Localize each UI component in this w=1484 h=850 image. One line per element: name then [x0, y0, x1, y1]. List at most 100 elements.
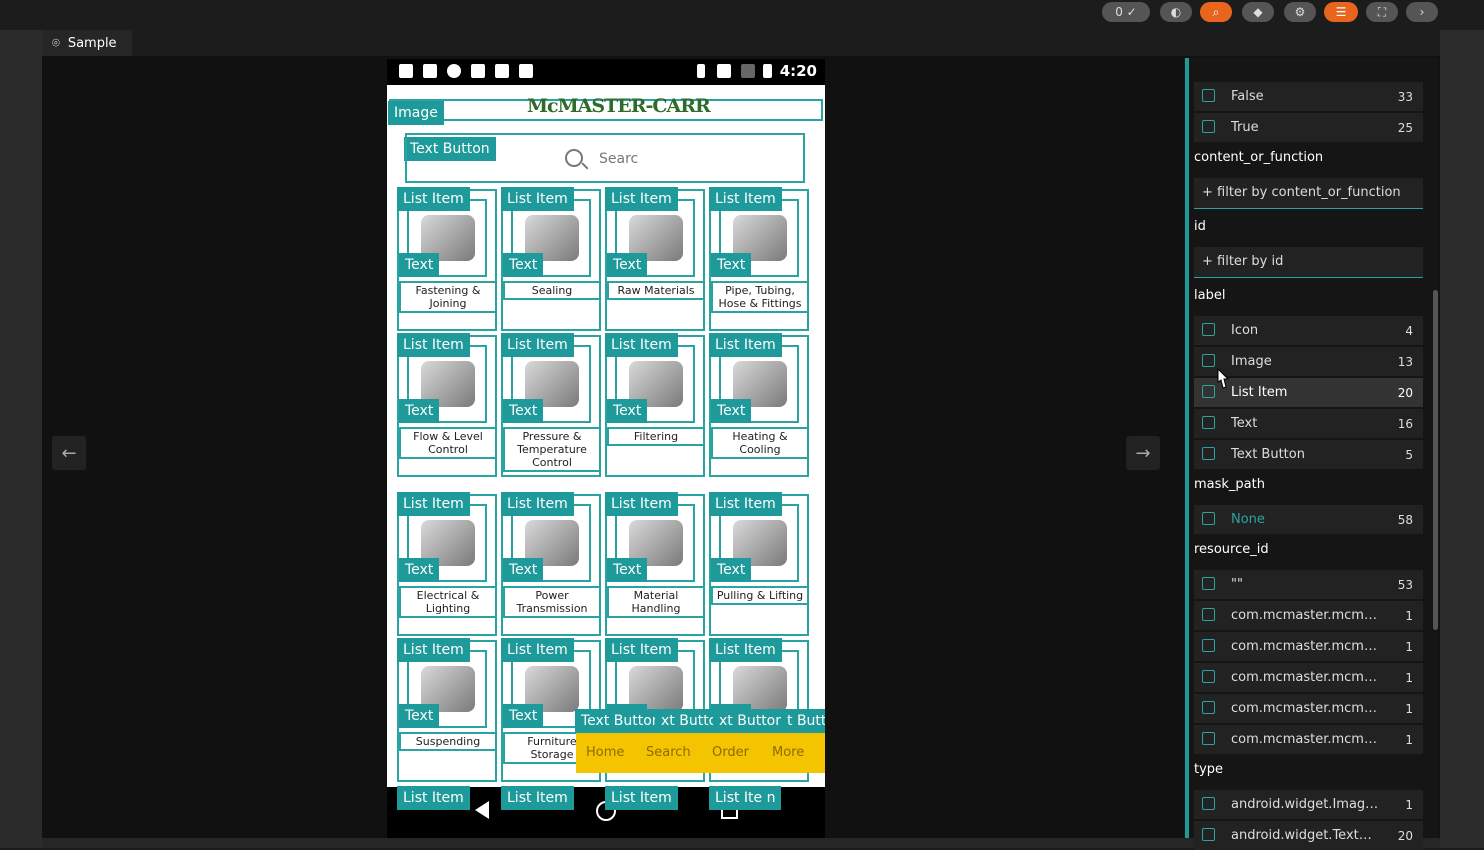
checkbox[interactable] — [1202, 828, 1215, 841]
filter-option-row[interactable]: android.widget.TextView 20 — [1194, 821, 1423, 850]
wifi-icon — [717, 64, 731, 78]
filter-option-row[interactable]: Text Button 5 — [1194, 440, 1423, 469]
filter-option-row[interactable]: com.mcmaster.mcmaster_c... 1 — [1194, 663, 1423, 692]
nav-search[interactable]: Search — [646, 745, 691, 760]
section-title: content_or_function — [1194, 150, 1324, 165]
filter-option-row[interactable]: False 33 — [1194, 82, 1423, 111]
counter-badge[interactable]: 0 ✓ — [1102, 2, 1150, 22]
filter-option-row[interactable]: com.mcmaster.mcmaster_c... 1 — [1194, 725, 1423, 754]
gear-icon[interactable]: ⚙ — [1284, 2, 1316, 22]
checkbox[interactable] — [1202, 639, 1215, 652]
option-count: 33 — [1397, 90, 1413, 104]
option-label: Image — [1231, 354, 1272, 369]
checkbox[interactable] — [1202, 447, 1215, 460]
section-title: mask_path — [1194, 477, 1265, 492]
category-caption: Raw Materials — [607, 281, 705, 300]
filter-option-row[interactable]: android.widget.ImageView 1 — [1194, 790, 1423, 819]
search-icon[interactable]: ⌕ — [1200, 2, 1232, 22]
back-icon[interactable] — [475, 801, 489, 819]
bluetooth-icon — [697, 64, 705, 78]
filter-input[interactable]: + filter by content_or_function — [1194, 178, 1423, 209]
option-label: com.mcmaster.mcmaster_c... — [1231, 608, 1379, 623]
category-caption: Material Handling — [607, 586, 705, 618]
checkbox[interactable] — [1202, 701, 1215, 714]
annotation-tag: Text — [711, 399, 752, 423]
tab-label: Sample — [67, 35, 117, 51]
checkbox[interactable] — [1202, 120, 1215, 133]
annotation-tag: List Item — [709, 492, 782, 516]
checkbox[interactable] — [1202, 416, 1215, 429]
tools-icon — [471, 64, 485, 78]
annotation-tag: Text — [711, 558, 752, 582]
option-label: Text Button — [1231, 447, 1305, 462]
filter-option-row[interactable]: "" 53 — [1194, 570, 1423, 599]
tag-icon[interactable]: ◆ — [1242, 2, 1274, 22]
chevron-right-icon[interactable]: › — [1406, 2, 1438, 22]
annotation-tag: List Item — [397, 187, 470, 211]
sidebar-accent — [1185, 58, 1189, 838]
annotation-tag: t Button — [781, 709, 825, 733]
tab-sample[interactable]: ⌾ Sample — [42, 30, 132, 56]
sidebar-scrollbar[interactable] — [1433, 290, 1438, 630]
next-arrow-icon[interactable]: → — [1126, 436, 1160, 470]
option-count: 1 — [1405, 702, 1413, 716]
checkbox[interactable] — [1202, 577, 1215, 590]
option-count: 5 — [1405, 448, 1413, 462]
category-caption: Suspending — [399, 732, 497, 751]
annotation-tag: Text — [503, 253, 544, 277]
option-label: com.mcmaster.mcmaster_c... — [1231, 701, 1379, 716]
annotation-tag: Text — [503, 558, 544, 582]
annotation-tag: List Item — [501, 638, 574, 662]
filter-option-row[interactable]: True 25 — [1194, 113, 1423, 142]
app-icon — [423, 64, 437, 78]
annotation-tag: List Item — [397, 333, 470, 357]
annotation-tag: Text — [399, 253, 440, 277]
option-count: 1 — [1405, 609, 1413, 623]
filter-option-row[interactable]: com.mcmaster.mcmaster_c... 1 — [1194, 601, 1423, 630]
annotation-tag: List Item — [709, 333, 782, 357]
checkbox[interactable] — [1202, 797, 1215, 810]
section-title: type — [1194, 762, 1224, 777]
checkbox[interactable] — [1202, 323, 1215, 336]
option-label: "" — [1231, 577, 1243, 592]
annotation-tag: Text — [607, 399, 648, 423]
sample-modal: ⌾ Sample ← → 4:20 McMASTER-CARR Image Te… — [42, 30, 1440, 850]
annotation-tag: Text — [399, 704, 440, 728]
list-icon[interactable]: ☰ — [1324, 2, 1358, 22]
checkbox[interactable] — [1202, 385, 1215, 398]
expand-icon[interactable]: ⛶ — [1366, 2, 1398, 22]
filter-option-row[interactable]: None 58 — [1194, 505, 1423, 534]
sample-icon: ⌾ — [52, 35, 60, 51]
brand-logo: McMASTER-CARR — [527, 95, 711, 117]
checkbox[interactable] — [1202, 608, 1215, 621]
filter-option-row[interactable]: Text 16 — [1194, 409, 1423, 438]
checkbox[interactable] — [1202, 732, 1215, 745]
checkbox[interactable] — [1202, 89, 1215, 102]
option-count: 1 — [1405, 640, 1413, 654]
filter-option-row[interactable]: Icon 4 — [1194, 316, 1423, 345]
signal-icon — [741, 64, 755, 78]
nav-order[interactable]: Order — [712, 745, 749, 760]
filter-option-row[interactable]: com.mcmaster.mcmaster_c... 1 — [1194, 632, 1423, 661]
annotation-tag: List Item — [605, 187, 678, 211]
filter-option-row[interactable]: com.mcmaster.mcmaster_c... 1 — [1194, 694, 1423, 723]
right-panel-backdrop — [1440, 30, 1484, 848]
checkbox[interactable] — [1202, 670, 1215, 683]
checkbox[interactable] — [1202, 512, 1215, 525]
annotation-tag: Text — [399, 399, 440, 423]
option-count: 1 — [1405, 671, 1413, 685]
annotation-tag: List Item — [397, 786, 470, 810]
nav-home[interactable]: Home — [586, 745, 624, 760]
filter-input[interactable]: + filter by id — [1194, 247, 1423, 278]
previous-arrow-icon[interactable]: ← — [52, 436, 86, 470]
category-caption: Heating & Cooling — [711, 427, 809, 459]
option-label: Icon — [1231, 323, 1259, 338]
option-count: 20 — [1397, 386, 1413, 400]
annotation-tag: List Item — [397, 492, 470, 516]
palette-icon[interactable]: ◐ — [1160, 2, 1192, 22]
checkbox[interactable] — [1202, 354, 1215, 367]
nav-more[interactable]: More — [772, 745, 804, 760]
annotation-tag: List Item — [501, 786, 574, 810]
annotation-tag: Text — [503, 704, 544, 728]
category-caption: Electrical & Lighting — [399, 586, 497, 618]
